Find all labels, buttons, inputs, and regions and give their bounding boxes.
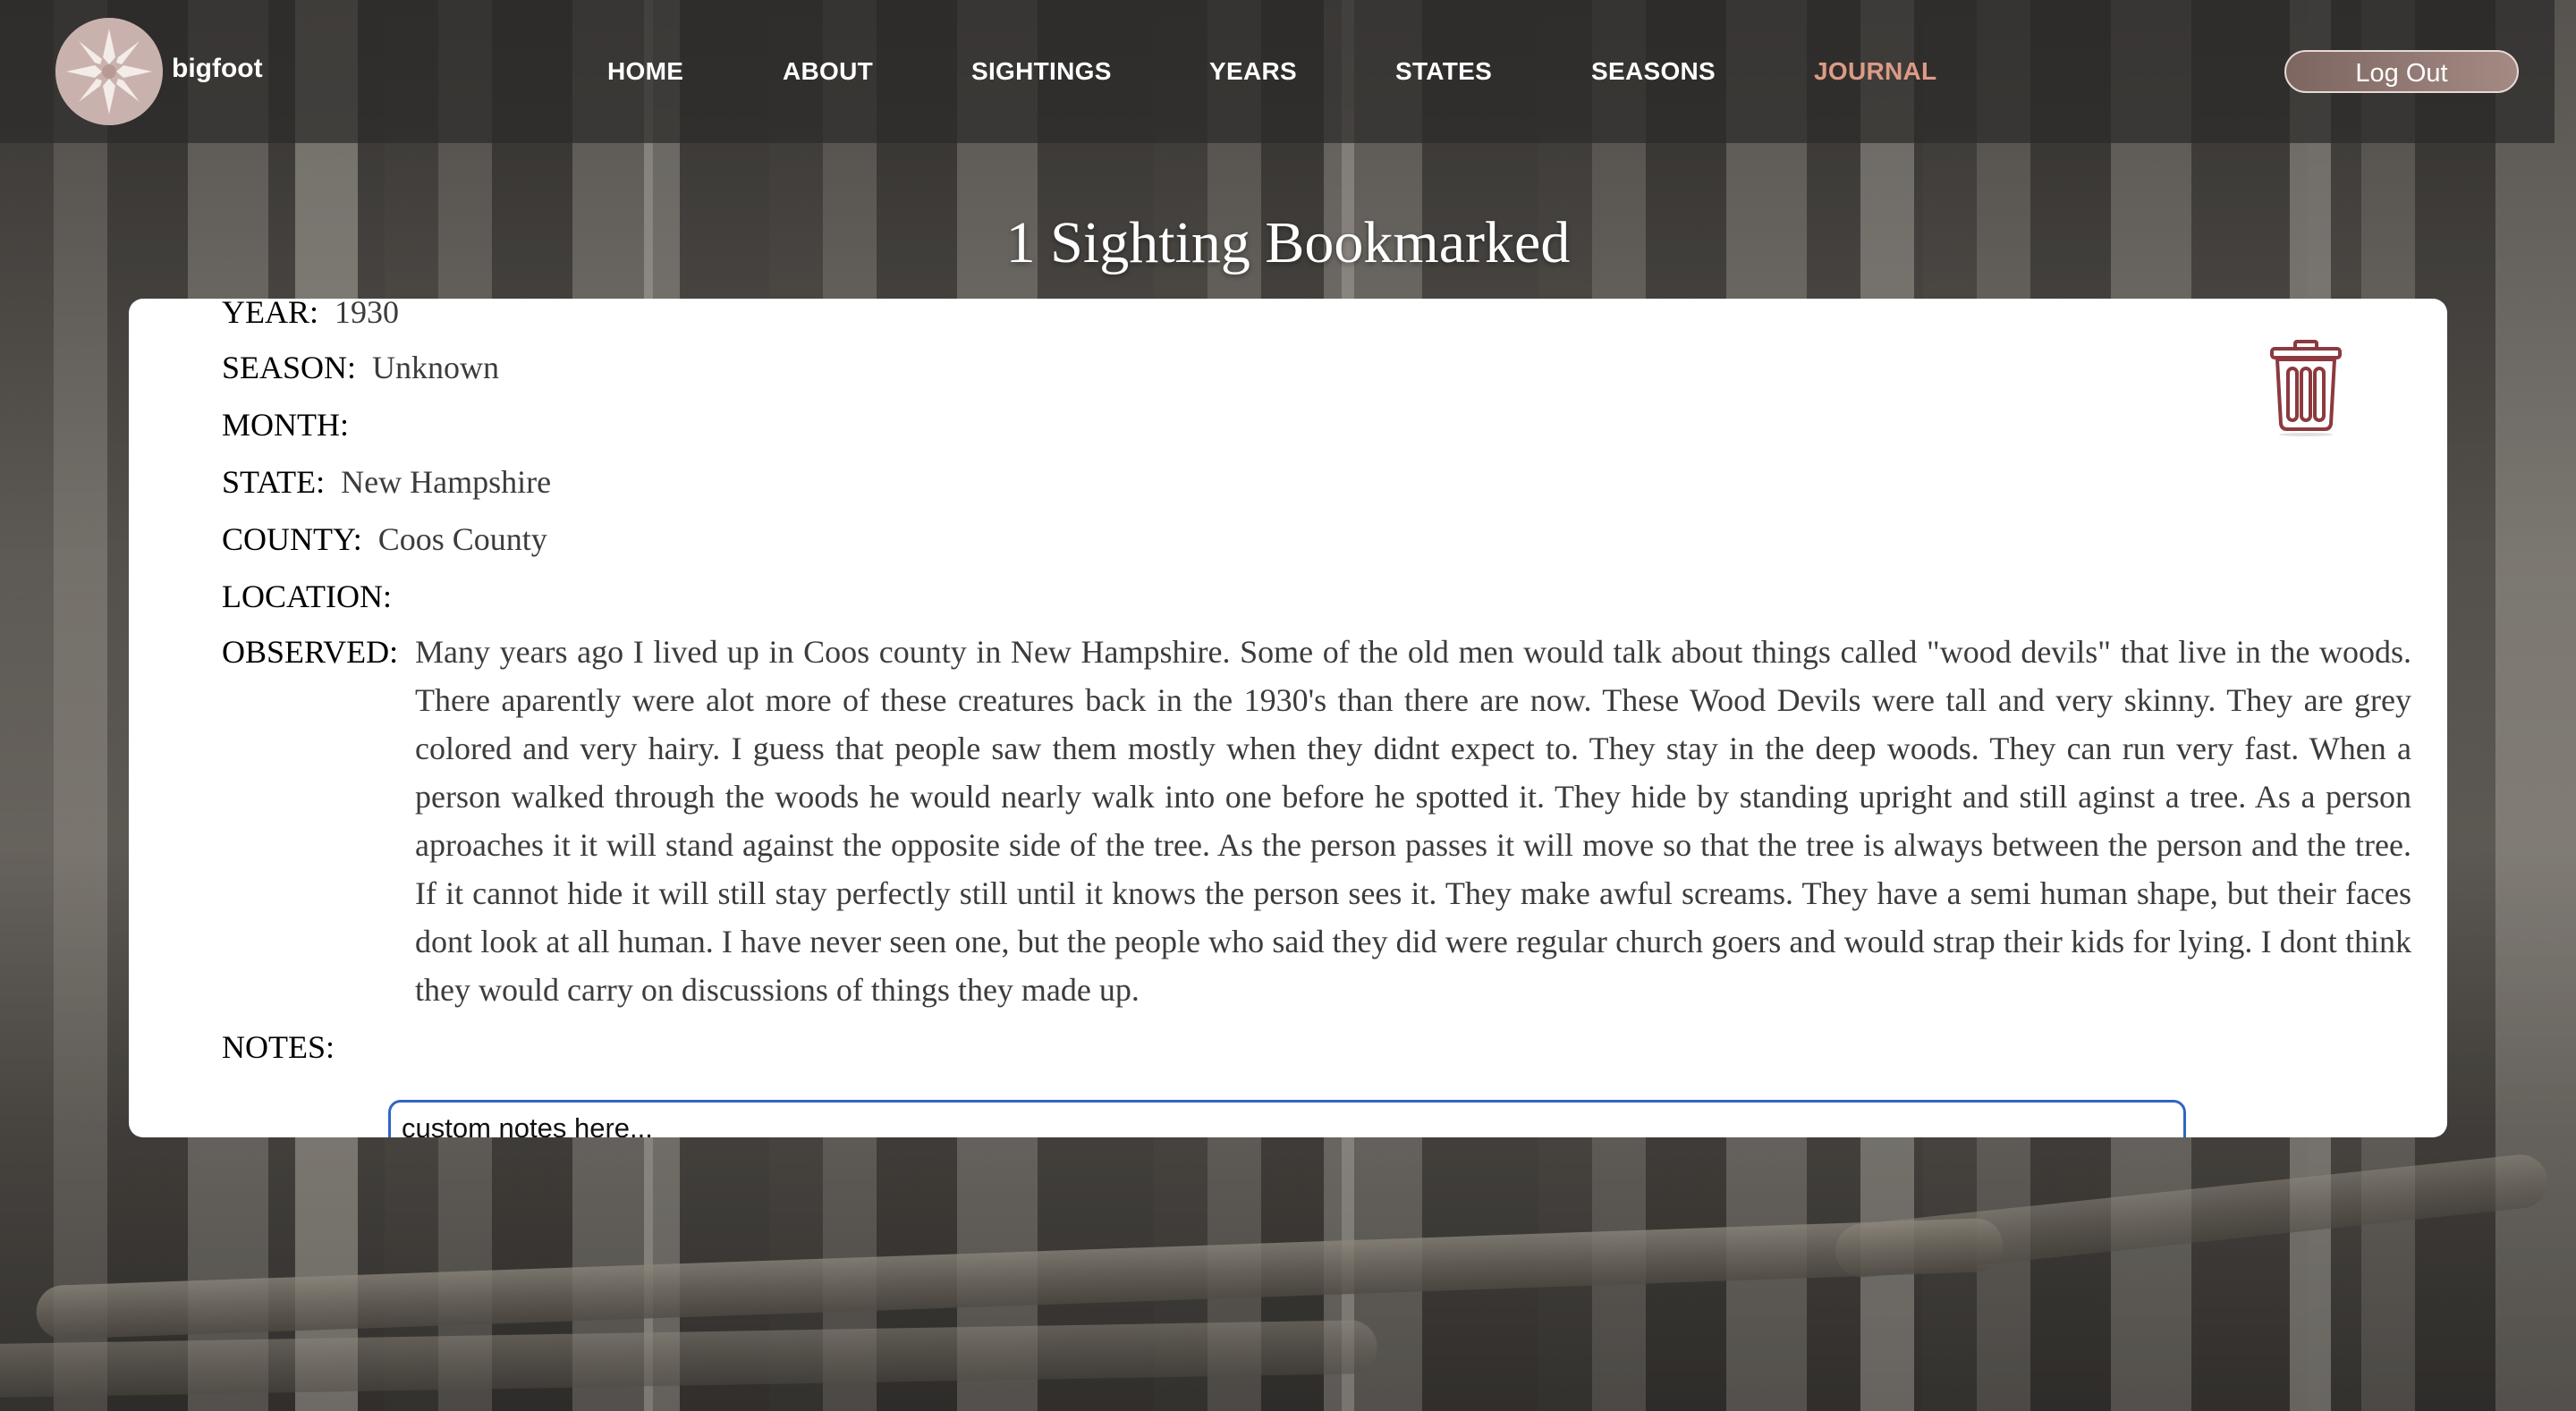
county-row: COUNTY: Coos County — [222, 515, 547, 563]
year-row: YEAR: 1930 — [222, 299, 399, 336]
nav-states[interactable]: STATES — [1395, 57, 1492, 86]
nav-seasons[interactable]: SEASONS — [1591, 57, 1716, 86]
brand-name[interactable]: bigfoot — [172, 54, 263, 84]
notes-input[interactable] — [388, 1100, 2186, 1137]
year-label: YEAR: — [222, 299, 318, 330]
page-title: 1 Sighting Bookmarked — [1005, 210, 1571, 275]
star-logo-icon — [55, 18, 163, 125]
observed-text: Many years ago I lived up in Coos county… — [415, 634, 2411, 1008]
logout-button[interactable]: Log Out — [2284, 50, 2519, 93]
month-label: MONTH: — [222, 407, 349, 443]
nav-journal[interactable]: JOURNAL — [1814, 57, 1936, 86]
delete-bookmark-button[interactable] — [2267, 338, 2345, 436]
county-value: Coos County — [377, 521, 547, 557]
notes-label: NOTES: — [222, 1029, 335, 1065]
county-label: COUNTY: — [222, 521, 362, 557]
nav-home[interactable]: HOME — [607, 57, 683, 86]
fallen-log — [1833, 1152, 2550, 1280]
state-label: STATE: — [222, 464, 326, 500]
season-value: Unknown — [372, 350, 500, 385]
season-row: SEASON: Unknown — [222, 343, 499, 392]
nav-about[interactable]: ABOUT — [783, 57, 873, 86]
trash-icon — [2270, 340, 2342, 436]
state-value: New Hampshire — [341, 464, 552, 500]
state-row: STATE: New Hampshire — [222, 458, 551, 506]
month-row: MONTH: — [222, 401, 365, 449]
nav-years[interactable]: YEARS — [1209, 57, 1297, 86]
notes-row: NOTES: — [222, 1023, 335, 1071]
season-label: SEASON: — [222, 350, 357, 385]
location-row: LOCATION: — [222, 572, 408, 621]
logo-icon[interactable] — [55, 18, 163, 125]
location-label: LOCATION: — [222, 579, 392, 614]
sighting-card: YEAR: 1930 SEASON: Unknown MONTH: STATE: Ne… — [129, 299, 2447, 1137]
nav-sightings[interactable]: SIGHTINGS — [971, 57, 1112, 86]
observed-label: OBSERVED: — [222, 634, 399, 670]
year-value: 1930 — [335, 299, 399, 330]
site-header: bigfoot HOME ABOUT SIGHTINGS YEARS STATE… — [0, 0, 2555, 143]
